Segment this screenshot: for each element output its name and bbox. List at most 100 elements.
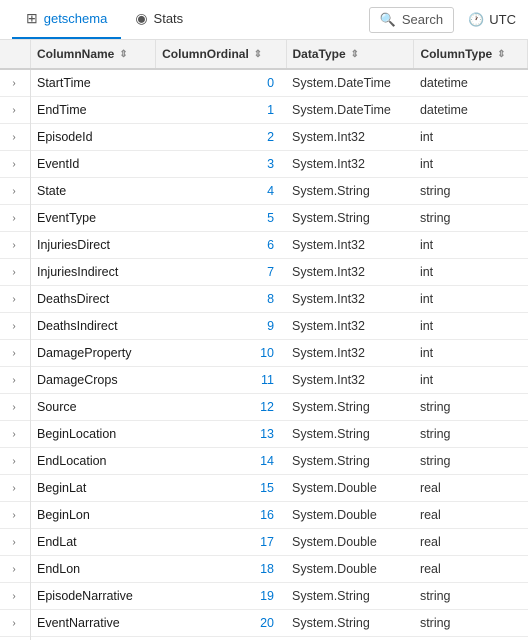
col-header-datatype[interactable]: DataType ⇕ (286, 40, 414, 69)
cell-col-name: DeathsIndirect (31, 313, 156, 340)
expand-row-button[interactable]: › (6, 237, 22, 253)
col-header-coltype[interactable]: ColumnType ⇕ (414, 40, 528, 69)
table-row: ›State4System.Stringstring (0, 178, 528, 205)
table-row: ›BeginLat15System.Doublereal (0, 475, 528, 502)
table-header: ColumnName ⇕ ColumnOrdinal ⇕ DataType ⇕ (0, 40, 528, 69)
sort-icon-ordinal: ⇕ (254, 49, 262, 60)
expand-row-button[interactable]: › (6, 399, 22, 415)
cell-col-datatype: System.String (286, 448, 414, 475)
expand-row-button[interactable]: › (6, 507, 22, 523)
schema-table-container: ColumnName ⇕ ColumnOrdinal ⇕ DataType ⇕ (0, 40, 528, 640)
expand-row-button[interactable]: › (6, 129, 22, 145)
cell-col-ordinal: 4 (156, 178, 286, 205)
cell-col-ordinal: 21 (156, 637, 286, 640)
cell-col-type: int (414, 367, 528, 394)
cell-col-type: string (414, 421, 528, 448)
search-button[interactable]: 🔍 Search (369, 7, 454, 33)
tab-getschema[interactable]: ⊞ getschema (12, 0, 121, 39)
table-row: ›BeginLon16System.Doublereal (0, 502, 528, 529)
expand-row-button[interactable]: › (6, 264, 22, 280)
cell-col-type: string (414, 178, 528, 205)
cell-col-name: EpisodeNarrative (31, 583, 156, 610)
cell-col-ordinal: 19 (156, 583, 286, 610)
cell-col-ordinal: 6 (156, 232, 286, 259)
cell-col-type: string (414, 448, 528, 475)
table-row: ›InjuriesIndirect7System.Int32int (0, 259, 528, 286)
cell-col-datatype: System.Int32 (286, 124, 414, 151)
tab-stats[interactable]: ◉ Stats (121, 0, 197, 39)
cell-col-name: InjuriesIndirect (31, 259, 156, 286)
cell-col-ordinal: 10 (156, 340, 286, 367)
expand-row-button[interactable]: › (6, 561, 22, 577)
expand-row-button[interactable]: › (6, 372, 22, 388)
table-row: ›BeginLocation13System.Stringstring (0, 421, 528, 448)
cell-col-ordinal: 5 (156, 205, 286, 232)
cell-col-type: int (414, 151, 528, 178)
cell-col-type: real (414, 529, 528, 556)
cell-col-name: DeathsDirect (31, 286, 156, 313)
cell-col-type: int (414, 313, 528, 340)
table-row: ›EndLocation14System.Stringstring (0, 448, 528, 475)
cell-col-ordinal: 1 (156, 97, 286, 124)
stats-icon: ◉ (135, 10, 147, 27)
cell-col-name: EndLat (31, 529, 156, 556)
cell-col-ordinal: 16 (156, 502, 286, 529)
cell-col-type: int (414, 340, 528, 367)
col-header-ordinal[interactable]: ColumnOrdinal ⇕ (156, 40, 286, 69)
table-row: ›DeathsDirect8System.Int32int (0, 286, 528, 313)
cell-col-type: real (414, 475, 528, 502)
table-row: ›EpisodeId2System.Int32int (0, 124, 528, 151)
cell-col-datatype: System.String (286, 178, 414, 205)
sort-icon-name: ⇕ (119, 49, 127, 60)
cell-col-ordinal: 9 (156, 313, 286, 340)
cell-col-datatype: System.Int32 (286, 313, 414, 340)
cell-col-name: EventId (31, 151, 156, 178)
schema-table: ColumnName ⇕ ColumnOrdinal ⇕ DataType ⇕ (0, 40, 528, 640)
cell-col-ordinal: 8 (156, 286, 286, 313)
cell-col-datatype: System.String (286, 421, 414, 448)
table-row: ›EndLon18System.Doublereal (0, 556, 528, 583)
cell-col-name: Source (31, 394, 156, 421)
cell-col-ordinal: 7 (156, 259, 286, 286)
expand-row-button[interactable]: › (6, 615, 22, 631)
table-row: ›EpisodeNarrative19System.Stringstring (0, 583, 528, 610)
expand-row-button[interactable]: › (6, 291, 22, 307)
cell-col-name: EpisodeId (31, 124, 156, 151)
cell-col-type: int (414, 232, 528, 259)
table-row: ›DamageCrops11System.Int32int (0, 367, 528, 394)
table-row: ›Source12System.Stringstring (0, 394, 528, 421)
expand-row-button[interactable]: › (6, 588, 22, 604)
cell-col-type: string (414, 205, 528, 232)
cell-col-datatype: System.String (286, 583, 414, 610)
expand-row-button[interactable]: › (6, 156, 22, 172)
expand-row-button[interactable]: › (6, 480, 22, 496)
cell-col-name: EventNarrative (31, 610, 156, 637)
cell-col-ordinal: 13 (156, 421, 286, 448)
cell-col-name: EndLocation (31, 448, 156, 475)
expand-row-button[interactable]: › (6, 210, 22, 226)
cell-col-datatype: System.DateTime (286, 69, 414, 97)
expand-row-button[interactable]: › (6, 318, 22, 334)
cell-col-name: BeginLat (31, 475, 156, 502)
cell-col-type: int (414, 124, 528, 151)
table-row: ›EndLat17System.Doublereal (0, 529, 528, 556)
col-header-name[interactable]: ColumnName ⇕ (31, 40, 156, 69)
expand-row-button[interactable]: › (6, 453, 22, 469)
cell-col-datatype: System.Int32 (286, 232, 414, 259)
cell-col-type: string (414, 610, 528, 637)
cell-col-ordinal: 17 (156, 529, 286, 556)
expand-row-button[interactable]: › (6, 534, 22, 550)
cell-col-type: datetime (414, 69, 528, 97)
expand-row-button[interactable]: › (6, 75, 22, 91)
expand-row-button[interactable]: › (6, 102, 22, 118)
cell-col-name: StormSummary (31, 637, 156, 640)
expand-row-button[interactable]: › (6, 426, 22, 442)
expand-row-button[interactable]: › (6, 345, 22, 361)
cell-col-datatype: System.Int32 (286, 367, 414, 394)
cell-col-type: dynamic (414, 637, 528, 640)
table-row: ›StartTime0System.DateTimedatetime (0, 69, 528, 97)
cell-col-name: EndTime (31, 97, 156, 124)
cell-col-datatype: System.String (286, 394, 414, 421)
cell-col-datatype: System.DateTime (286, 97, 414, 124)
expand-row-button[interactable]: › (6, 183, 22, 199)
